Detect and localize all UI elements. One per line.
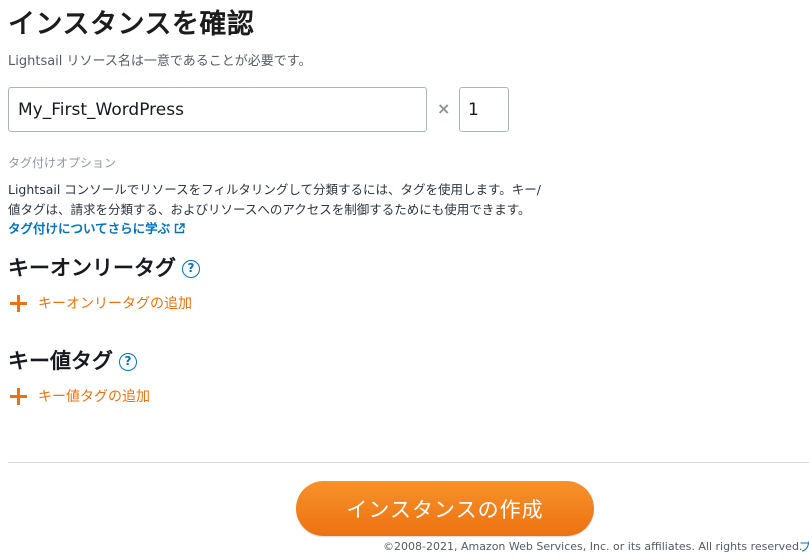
tagging-description-line-1: Lightsail コンソールでリソースをフィルタリングして分類するには、タグを… [8,182,541,197]
key-only-tags-title: キーオンリータグ [8,256,176,280]
page-subtitle: Lightsail リソース名は一意であることが必要です。 [8,54,312,69]
tagging-description: Lightsail コンソールでリソースをフィルタリングして分類するには、タグを… [8,180,608,220]
learn-more-tagging-label: タグ付けについてさらに学ぶ [8,221,171,236]
tagging-description-line-2: 値タグは、請求を分類する、およびリソースへのアクセスを制御するためにも使用できま… [8,202,531,217]
copyright-text: ©2008-2021, Amazon Web Services, Inc. or… [383,540,803,553]
external-link-icon [174,222,185,237]
key-value-tags-title: キー値タグ [8,349,113,373]
key-only-help-icon[interactable]: ? [182,260,200,278]
key-only-tags-heading: キーオンリータグ? [8,252,200,282]
learn-more-tagging-link[interactable]: タグ付けについてさらに学ぶ [8,218,185,237]
plus-icon [10,294,27,312]
add-key-value-tag-label: キー値タグの追加 [38,389,150,405]
add-key-only-tag-label: キーオンリータグの追加 [38,296,192,312]
instance-name-input[interactable] [8,87,427,132]
key-value-help-icon[interactable]: ? [119,353,137,371]
section-divider [8,462,809,463]
instance-quantity-input[interactable] [459,87,509,132]
plus-icon [10,387,27,405]
footer-link[interactable]: プ [799,538,809,555]
multiply-symbol: × [437,99,451,118]
add-key-only-tag-button[interactable]: キーオンリータグの追加 [10,293,192,313]
page-title: インスタンスを確認 [8,9,255,40]
add-key-value-tag-button[interactable]: キー値タグの追加 [10,386,150,406]
key-value-tags-heading: キー値タグ? [8,345,137,375]
create-instance-button[interactable]: インスタンスの作成 [296,481,594,536]
tagging-options-label: タグ付けオプション [8,156,117,170]
